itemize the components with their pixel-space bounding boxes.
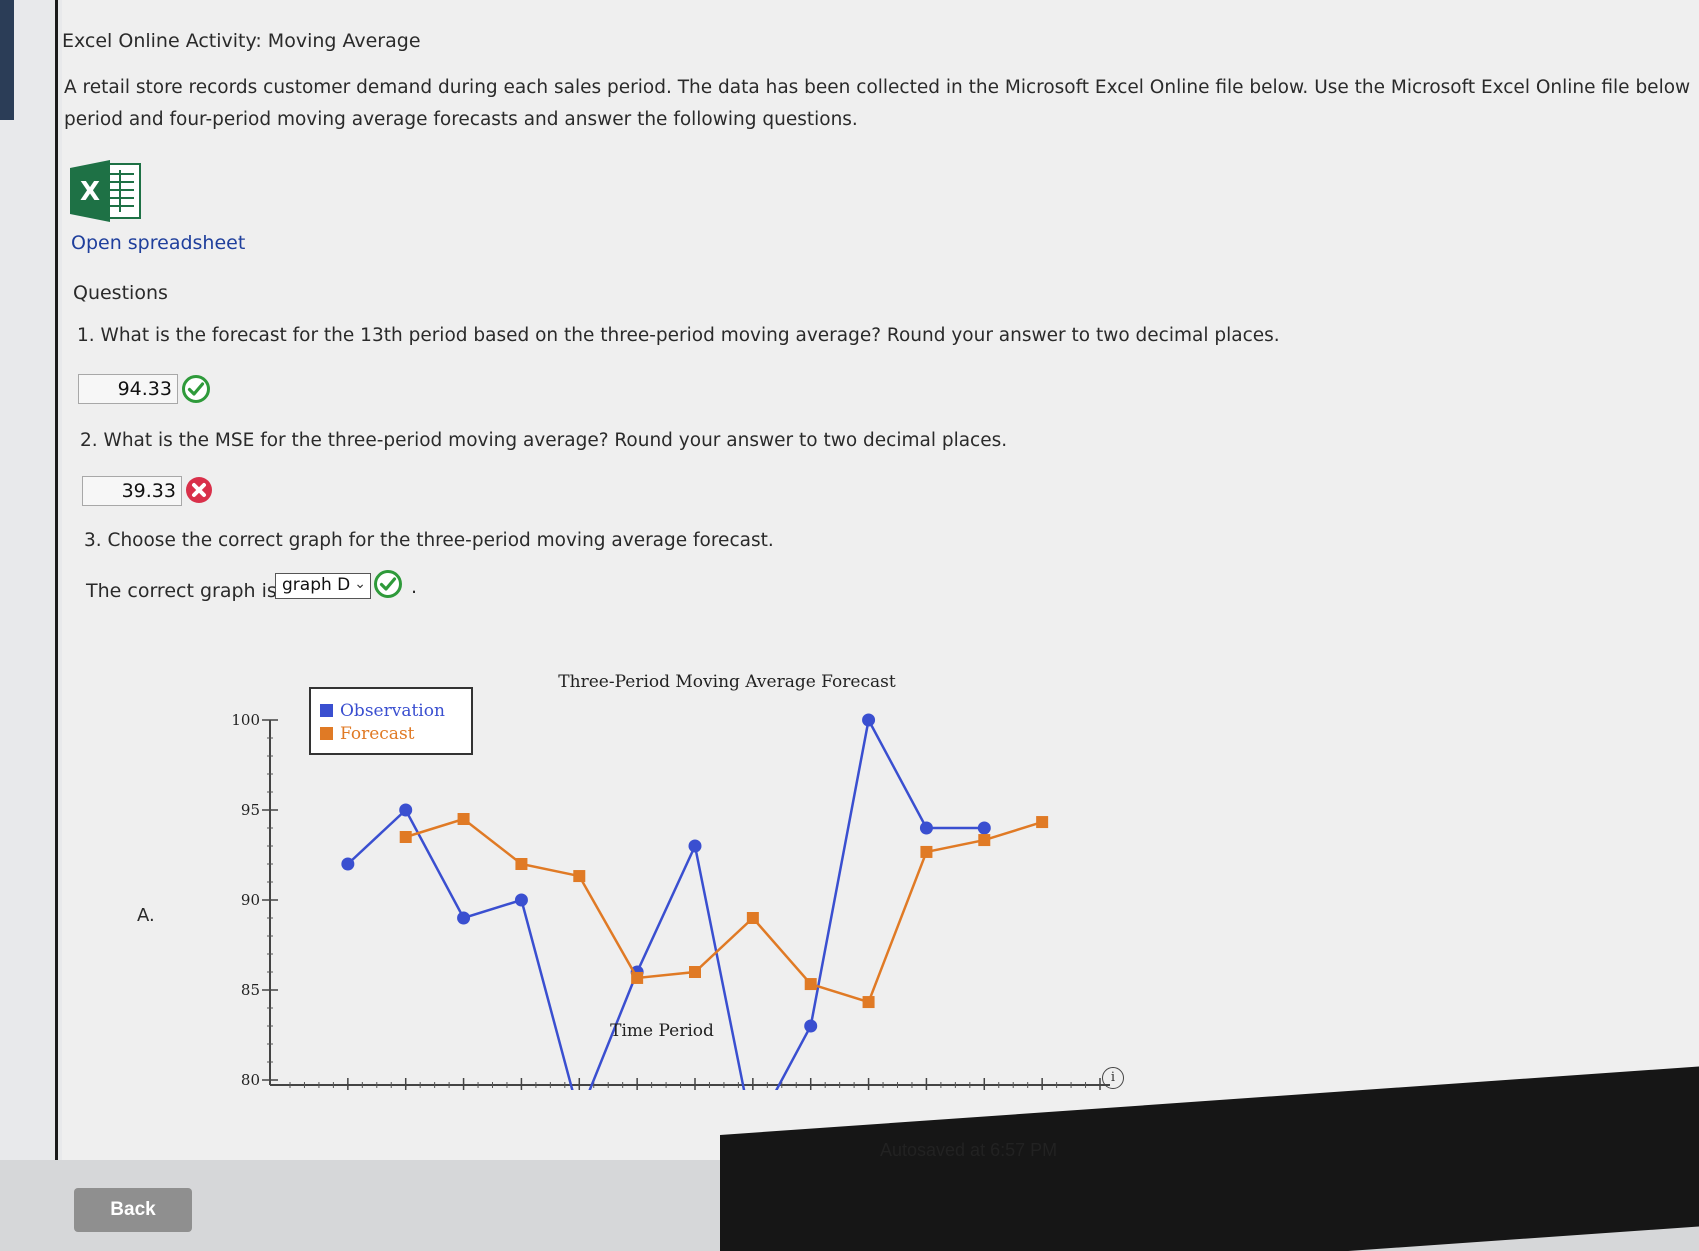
graph-answer-suffix: . [411,576,418,598]
chart-title: Three-Period Moving Average Forecast [558,672,896,692]
left-divider [55,0,58,1180]
forecast-point [1036,816,1049,829]
graph-answer-prefix: The correct graph is [86,580,277,602]
observation-point [399,803,413,817]
legend-forecast-label: Forecast [340,724,415,744]
intro-line-2: period and four-period moving average fo… [64,109,858,130]
observation-point [919,821,933,835]
page: Excel Online Activity: Moving Average A … [0,0,1699,1251]
intro-text: A retail store records customer demand d… [64,72,1694,136]
chevron-down-icon: ⌄ [354,576,366,592]
forecast-point [399,831,412,843]
y-tick-label: 95 [241,801,260,819]
legend-observation-swatch [320,704,333,717]
legend-forecast-swatch [320,727,333,740]
y-tick-label: 80 [241,1071,260,1089]
back-button[interactable]: Back [74,1188,192,1232]
forecast-point [573,870,586,883]
question-1-answer-input[interactable]: 94.33 [78,374,178,404]
open-spreadsheet-link[interactable]: Open spreadsheet [71,232,245,254]
question-2-answer-input[interactable]: 39.33 [82,476,182,506]
observation-point [341,857,355,871]
legend-observation-label: Observation [340,701,445,721]
svg-text:X: X [80,177,100,207]
graph-select-dropdown[interactable]: graph D ⌄ [275,573,371,599]
page-title: Excel Online Activity: Moving Average [62,30,421,52]
check-icon [374,570,402,598]
autosave-status: Autosaved at 6:57 PM [880,1140,1058,1160]
question-3-text: 3. Choose the correct graph for the thre… [84,530,774,551]
forecast-point [920,845,933,858]
info-icon[interactable]: i [1102,1067,1124,1089]
forecast-point [862,996,875,1009]
moving-average-chart: Three-Period Moving Average Forecast 80 8… [231,672,1110,1090]
y-tick-label: 90 [241,891,260,909]
forecast-point [978,834,991,847]
intro-line-1: A retail store records customer demand d… [64,77,1694,98]
left-accent-bar [0,0,14,120]
error-x-icon [186,477,212,503]
forecast-point [515,858,528,870]
questions-heading: Questions [73,282,168,304]
forecast-point [457,813,470,825]
observation-point [862,713,876,727]
graph-select-value: graph D [282,575,351,595]
observation-point [977,821,991,835]
excel-icon[interactable]: X [70,160,142,222]
check-icon [182,375,210,403]
observation-point [688,839,702,853]
graph-option-label: A. [137,905,155,926]
observation-point [804,1019,818,1033]
forecast-point [631,971,644,984]
x-axis-label: Time Period [610,1021,714,1041]
forecast-point [689,966,701,978]
question-1-text: 1. What is the forecast for the 13th per… [77,325,1280,346]
question-2-text: 2. What is the MSE for the three-period … [80,430,1008,451]
y-tick-label: 85 [241,981,260,999]
forecast-point [746,912,759,924]
chart-legend: Observation Forecast [309,687,473,755]
forecast-point [804,978,817,991]
forecast-series-line [405,817,1043,1004]
observation-point [457,911,471,925]
y-tick-label: 100 [231,711,260,729]
observation-point [514,893,528,907]
